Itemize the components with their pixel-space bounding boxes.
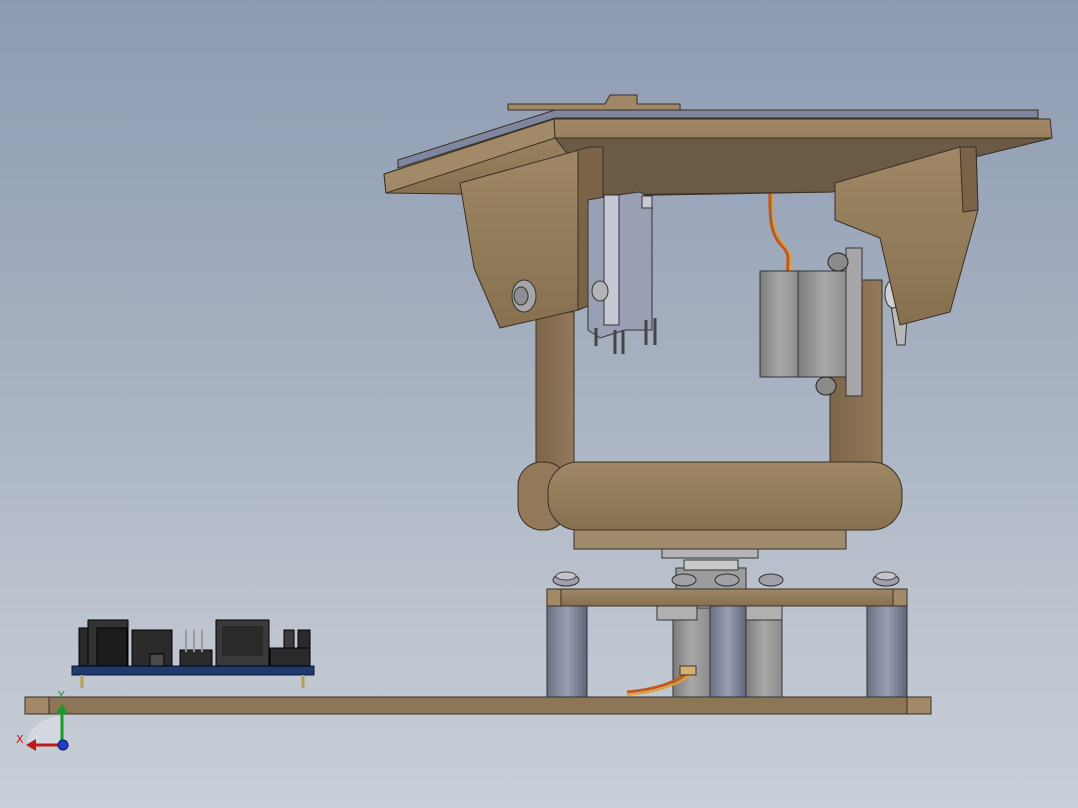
lower-frame[interactable]	[546, 588, 908, 698]
cad-viewport[interactable]: X Y	[0, 0, 1078, 808]
plate-screws	[552, 571, 900, 587]
triad-x-label: X	[16, 733, 24, 746]
triad-z-axis	[57, 739, 69, 751]
turntable[interactable]	[573, 528, 847, 559]
yoke-base[interactable]	[517, 461, 903, 531]
base-plate[interactable]	[24, 696, 932, 715]
pan-servo-bracket[interactable]	[587, 191, 657, 354]
controller-board[interactable]	[71, 619, 315, 688]
model-scene[interactable]	[0, 0, 1078, 808]
triad-y-label: Y	[58, 689, 65, 702]
